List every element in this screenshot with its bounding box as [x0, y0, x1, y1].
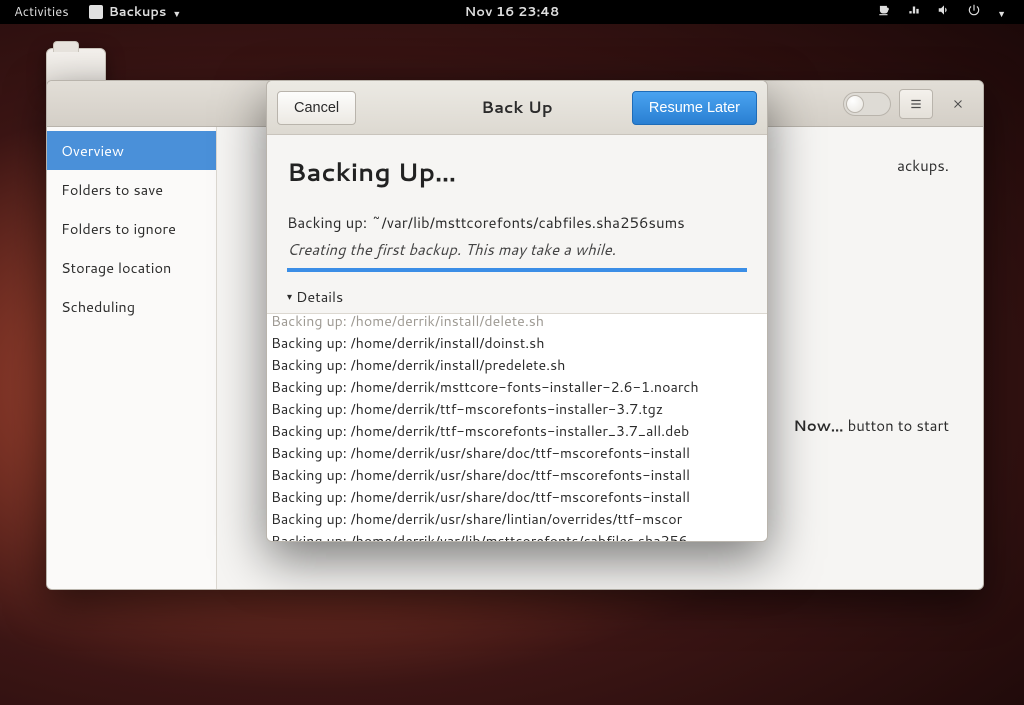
backups-app-icon	[89, 5, 103, 19]
auto-backup-switch[interactable]	[843, 92, 891, 116]
sidebar-item-overview[interactable]: Overview	[47, 131, 216, 170]
log-row: Backing up: /home/derrik/var/lib/msttcor…	[267, 530, 767, 541]
dialog-status-line: Backing up: ~/var/lib/msttcorefonts/cabf…	[287, 212, 747, 233]
sidebar: Overview Folders to save Folders to igno…	[47, 127, 217, 589]
app-menu[interactable]: Backups ▼	[89, 3, 182, 21]
resume-later-button[interactable]: Resume Later	[632, 91, 757, 125]
overview-text-now: Now…	[793, 415, 843, 436]
sidebar-item-scheduling[interactable]: Scheduling	[47, 287, 216, 326]
log-row: Backing up: /home/derrik/usr/share/doc/t…	[267, 486, 767, 508]
details-label-text: Details	[296, 286, 343, 307]
log-row: Backing up: /home/derrik/usr/share/doc/t…	[267, 464, 767, 486]
log-row: Backing up: /home/derrik/install/predele…	[267, 354, 767, 376]
details-log[interactable]: Backing up: /home/derrik/install/delete.…	[267, 313, 767, 541]
log-row: Backing up: /home/derrik/install/doinst.…	[267, 332, 767, 354]
chevron-down-icon: ▼	[172, 7, 181, 20]
log-row: Backing up: /home/derrik/ttf-mscorefonts…	[267, 398, 767, 420]
overview-text-fragment-2: button to start	[844, 415, 949, 436]
progress-bar	[287, 268, 747, 272]
overview-text-fragment-1: ackups.	[897, 155, 949, 176]
clock[interactable]: Nov 16 23:48	[465, 3, 560, 21]
triangle-down-icon: ▾	[287, 290, 292, 304]
backup-progress-dialog: Cancel Back Up Resume Later Backing Up… …	[266, 80, 768, 542]
log-row: Backing up: /home/derrik/msttcore-fonts-…	[267, 376, 767, 398]
system-menu-chevron-icon[interactable]: ▼	[997, 7, 1006, 20]
dialog-headerbar: Cancel Back Up Resume Later	[267, 81, 767, 135]
activities-button[interactable]: Activities	[14, 3, 69, 21]
dialog-note: Creating the first backup. This may take…	[287, 239, 747, 260]
caffeine-icon[interactable]	[877, 3, 891, 22]
window-close-button[interactable]	[941, 89, 975, 119]
power-icon[interactable]	[967, 3, 981, 22]
log-row: Backing up: /home/derrik/usr/share/doc/t…	[267, 442, 767, 464]
network-icon[interactable]	[907, 3, 921, 22]
log-row: Backing up: /home/derrik/usr/share/linti…	[267, 508, 767, 530]
details-expander[interactable]: ▾ Details	[287, 286, 747, 307]
dialog-heading: Backing Up…	[287, 155, 747, 190]
hamburger-menu-button[interactable]	[899, 89, 933, 119]
log-row: Backing up: /home/derrik/install/delete.…	[267, 313, 767, 332]
sidebar-item-storage-location[interactable]: Storage location	[47, 248, 216, 287]
volume-icon[interactable]	[937, 3, 951, 22]
log-row: Backing up: /home/derrik/ttf-mscorefonts…	[267, 420, 767, 442]
cancel-button[interactable]: Cancel	[277, 91, 356, 125]
sidebar-item-folders-to-save[interactable]: Folders to save	[47, 170, 216, 209]
top-panel: Activities Backups ▼ Nov 16 23:48 ▼	[0, 0, 1024, 24]
sidebar-item-folders-to-ignore[interactable]: Folders to ignore	[47, 209, 216, 248]
app-menu-label: Backups	[109, 3, 167, 21]
